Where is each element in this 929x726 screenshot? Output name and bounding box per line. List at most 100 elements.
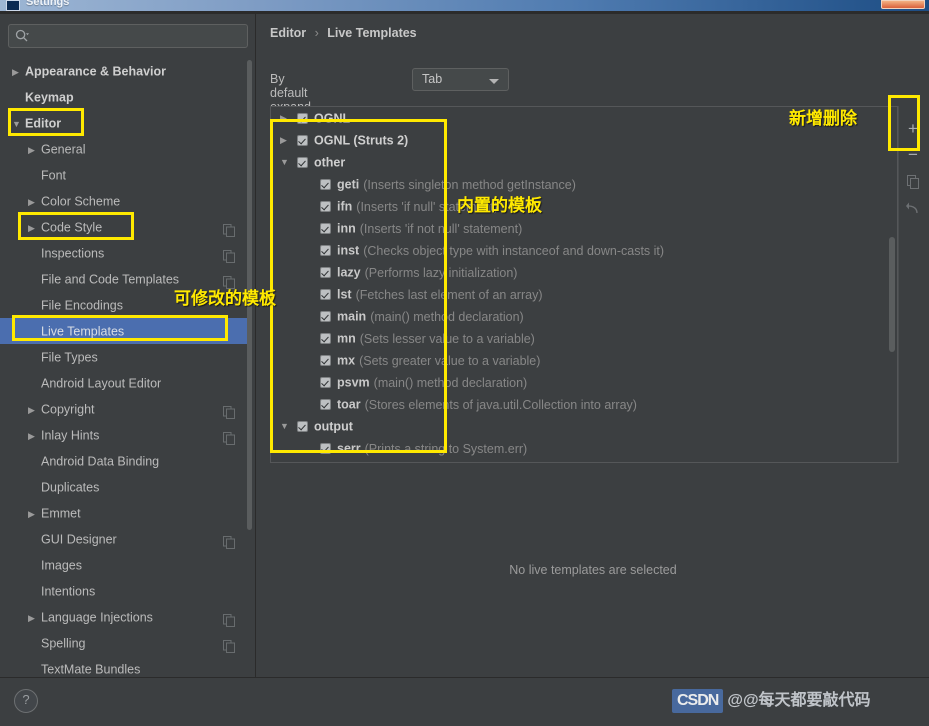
sidebar-item-color-scheme[interactable]: ▶ Color Scheme bbox=[0, 188, 249, 214]
templates-tree[interactable]: ▶ OGNL ▶ OGNL (Struts 2) ▼ other geti (Inserts … bbox=[271, 107, 897, 459]
help-button[interactable]: ? bbox=[14, 689, 38, 713]
sidebar-item-label: Images bbox=[41, 558, 82, 573]
add-template-button[interactable]: + bbox=[899, 116, 927, 142]
sidebar-item-label: File and Code Templates bbox=[41, 272, 180, 287]
sidebar-item-emmet[interactable]: ▶ Emmet bbox=[0, 500, 249, 526]
template-checkbox[interactable] bbox=[320, 311, 331, 323]
sidebar-item-images[interactable]: Images bbox=[0, 552, 249, 578]
template-checkbox[interactable] bbox=[320, 223, 331, 235]
template-checkbox[interactable] bbox=[320, 179, 331, 191]
sidebar-item-copyright[interactable]: ▶ Copyright bbox=[0, 396, 249, 422]
template-abbreviation: geti bbox=[337, 177, 360, 192]
sidebar-item-code-style[interactable]: ▶ Code Style bbox=[0, 214, 249, 240]
template-checkbox[interactable] bbox=[320, 443, 331, 455]
revert-template-button[interactable] bbox=[899, 194, 927, 220]
chevron-right-icon[interactable]: ▶ bbox=[280, 129, 292, 151]
chevron-down-icon[interactable]: ▼ bbox=[280, 151, 292, 173]
template-row[interactable]: ifn (Inserts 'if null' statement) bbox=[271, 195, 897, 217]
breadcrumb: Editor › Live Templates bbox=[270, 26, 417, 40]
template-row[interactable]: inst (Checks object type with instanceof … bbox=[271, 239, 897, 261]
template-group-row[interactable]: ▼ output bbox=[271, 415, 897, 437]
template-row[interactable]: toar (Stores elements of java.util.Collec… bbox=[271, 393, 897, 415]
copy-settings-icon bbox=[223, 428, 235, 445]
sidebar-item-label: Android Data Binding bbox=[41, 454, 160, 469]
search-field-wrapper[interactable] bbox=[8, 24, 248, 48]
sidebar-item-android-data-binding[interactable]: Android Data Binding bbox=[0, 448, 249, 474]
chevron-right-icon[interactable]: ▶ bbox=[28, 397, 41, 423]
settings-category-tree[interactable]: ▶ Appearance & Behavior Keymap ▼ Editor ▶ Gene… bbox=[0, 58, 249, 676]
sidebar-item-live-templates[interactable]: Live Templates bbox=[0, 318, 249, 344]
sidebar-item-android-layout-editor[interactable]: Android Layout Editor bbox=[0, 370, 249, 396]
chevron-right-icon[interactable]: ▶ bbox=[28, 215, 41, 241]
chevron-right-icon[interactable]: ▶ bbox=[28, 423, 41, 449]
template-row[interactable]: lst (Fetches last element of an array) bbox=[271, 283, 897, 305]
template-row[interactable]: psvm (main() method declaration) bbox=[271, 371, 897, 393]
template-group-name: OGNL bbox=[314, 111, 351, 126]
search-input[interactable] bbox=[8, 24, 248, 48]
template-checkbox[interactable] bbox=[320, 267, 331, 279]
template-checkbox[interactable] bbox=[320, 399, 331, 411]
chevron-right-icon[interactable]: ▶ bbox=[12, 59, 25, 85]
search-icon bbox=[15, 29, 29, 43]
window-close-button[interactable] bbox=[881, 0, 925, 9]
chevron-right-icon[interactable]: ▶ bbox=[28, 605, 41, 631]
template-checkbox[interactable] bbox=[320, 333, 331, 345]
sidebar-item-textmate-bundles[interactable]: TextMate Bundles bbox=[0, 656, 249, 676]
template-row[interactable]: serr (Prints a string to System.err) bbox=[271, 437, 897, 459]
no-selection-message: No live templates are selected bbox=[509, 563, 677, 577]
template-group-row[interactable]: ▼ other bbox=[271, 151, 897, 173]
sidebar-item-editor[interactable]: ▼ Editor bbox=[0, 110, 249, 136]
sidebar-item-inspections[interactable]: Inspections bbox=[0, 240, 249, 266]
template-checkbox[interactable] bbox=[297, 135, 308, 147]
template-row[interactable]: geti (Inserts singleton method getInstanc… bbox=[271, 173, 897, 195]
template-description: (Sets lesser value to a variable) bbox=[359, 331, 535, 346]
breadcrumb-parent[interactable]: Editor bbox=[270, 26, 306, 40]
template-abbreviation: toar bbox=[337, 397, 361, 412]
templates-tree-panel[interactable]: ▶ OGNL ▶ OGNL (Struts 2) ▼ other geti (Inserts … bbox=[270, 106, 898, 463]
template-checkbox[interactable] bbox=[320, 289, 331, 301]
sidebar-item-font[interactable]: Font bbox=[0, 162, 249, 188]
template-row[interactable]: lazy (Performs lazy initialization) bbox=[271, 261, 897, 283]
expand-with-select[interactable]: Tab bbox=[412, 68, 509, 91]
chevron-right-icon[interactable]: ▶ bbox=[28, 501, 41, 527]
template-abbreviation: serr bbox=[337, 441, 361, 456]
sidebar-item-gui-designer[interactable]: GUI Designer bbox=[0, 526, 249, 552]
templates-scrollbar-thumb[interactable] bbox=[889, 237, 895, 352]
copy-template-button[interactable] bbox=[899, 168, 927, 194]
template-checkbox[interactable] bbox=[320, 355, 331, 367]
template-abbreviation: mn bbox=[337, 331, 356, 346]
template-checkbox[interactable] bbox=[297, 157, 308, 169]
remove-template-button[interactable]: − bbox=[899, 142, 927, 168]
sidebar-item-label: Duplicates bbox=[41, 480, 100, 495]
sidebar-item-keymap[interactable]: Keymap bbox=[0, 84, 249, 110]
chevron-right-icon[interactable]: ▶ bbox=[28, 137, 41, 163]
template-checkbox[interactable] bbox=[297, 421, 308, 433]
template-checkbox[interactable] bbox=[320, 377, 331, 389]
chevron-right-icon[interactable]: ▶ bbox=[280, 107, 292, 129]
template-row[interactable]: mx (Sets greater value to a variable) bbox=[271, 349, 897, 371]
sidebar-item-general[interactable]: ▶ General bbox=[0, 136, 249, 162]
sidebar-item-spelling[interactable]: Spelling bbox=[0, 630, 249, 656]
template-description: (Prints a string to System.err) bbox=[364, 441, 528, 456]
template-checkbox[interactable] bbox=[297, 113, 308, 125]
copy-settings-icon bbox=[223, 402, 235, 419]
sidebar-item-label: Inspections bbox=[41, 246, 105, 261]
template-description: (Stores elements of java.util.Collection… bbox=[364, 397, 637, 412]
template-group-row[interactable]: ▶ OGNL (Struts 2) bbox=[271, 129, 897, 151]
sidebar-item-file-types[interactable]: File Types bbox=[0, 344, 249, 370]
chevron-down-icon[interactable]: ▼ bbox=[12, 111, 25, 137]
template-checkbox[interactable] bbox=[320, 245, 331, 257]
template-abbreviation: lazy bbox=[337, 265, 361, 280]
sidebar-item-duplicates[interactable]: Duplicates bbox=[0, 474, 249, 500]
sidebar-item-language-injections[interactable]: ▶ Language Injections bbox=[0, 604, 249, 630]
chevron-down-icon[interactable]: ▼ bbox=[280, 415, 292, 437]
template-description: (Sets greater value to a variable) bbox=[359, 353, 541, 368]
template-row[interactable]: mn (Sets lesser value to a variable) bbox=[271, 327, 897, 349]
sidebar-item-intentions[interactable]: Intentions bbox=[0, 578, 249, 604]
sidebar-item-inlay-hints[interactable]: ▶ Inlay Hints bbox=[0, 422, 249, 448]
template-checkbox[interactable] bbox=[320, 201, 331, 213]
template-row[interactable]: main (main() method declaration) bbox=[271, 305, 897, 327]
template-row[interactable]: inn (Inserts 'if not null' statement) bbox=[271, 217, 897, 239]
chevron-right-icon[interactable]: ▶ bbox=[28, 189, 41, 215]
sidebar-item-appearance-behavior[interactable]: ▶ Appearance & Behavior bbox=[0, 58, 249, 84]
